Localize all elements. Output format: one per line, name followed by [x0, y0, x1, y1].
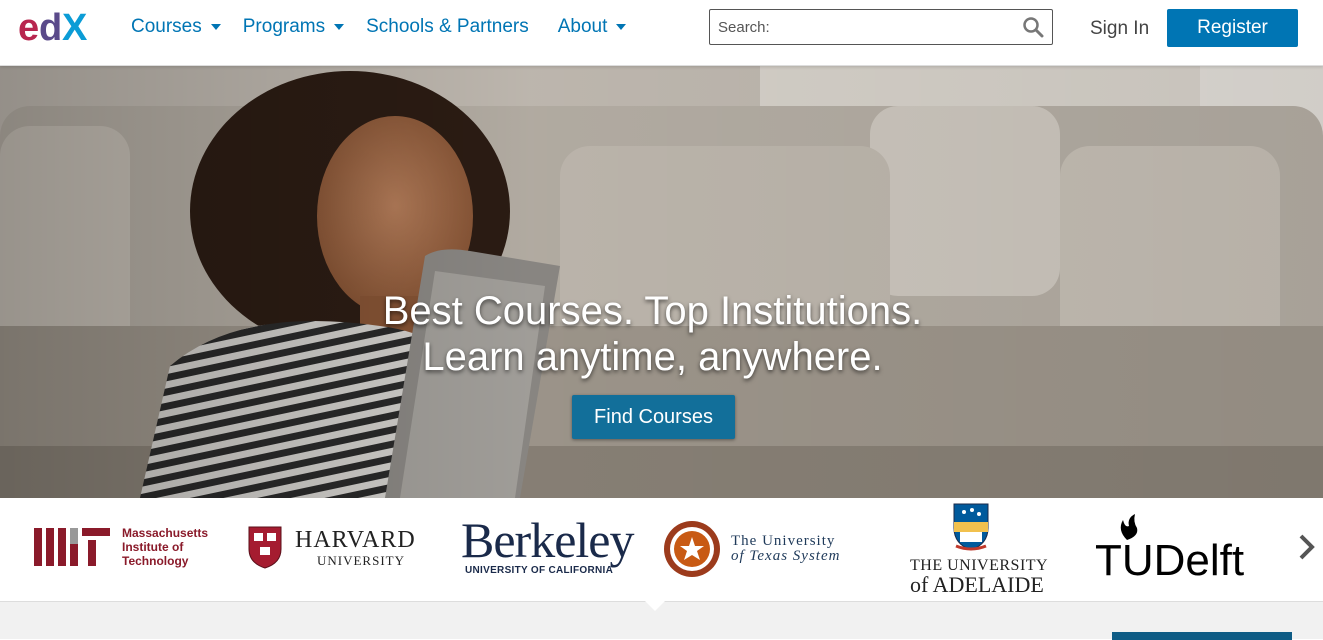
sign-in-link[interactable]: Sign In [1090, 18, 1149, 40]
chevron-down-icon [616, 24, 627, 30]
svg-text:d: d [39, 7, 62, 46]
tudelft-name: TUDelft [1095, 536, 1245, 585]
harvard-name: HARVARD [295, 527, 416, 553]
partner-logos: Massachusetts Institute of Technology HA… [0, 498, 1323, 601]
harvard-shield-icon [248, 526, 282, 569]
svg-text:e: e [18, 7, 39, 46]
berkeley-name: Berkeley [461, 512, 634, 568]
berkeley-sub: UNIVERSITY OF CALIFORNIA [465, 565, 614, 576]
chevron-down-icon [210, 24, 221, 30]
mit-line-2: Institute of [122, 540, 184, 554]
nav-programs-label: Programs [242, 16, 326, 37]
chevron-right-icon[interactable] [1296, 532, 1318, 562]
mit-logo-icon [34, 528, 110, 566]
search-icon[interactable] [1022, 16, 1044, 38]
adelaide-line-2: of ADELAIDE [910, 572, 1044, 597]
nav-schools-partners[interactable]: Schools & Partners [366, 16, 529, 38]
chevron-down-icon [334, 24, 345, 30]
mit-line-3: Technology [122, 554, 189, 568]
nav-courses-label: Courses [131, 16, 202, 37]
mit-name: Massachusetts Institute of Technology [122, 526, 208, 568]
section-pointer [645, 601, 665, 611]
register-button[interactable]: Register [1167, 9, 1298, 47]
ut-line-2: of Texas System [731, 548, 841, 564]
next-section [0, 601, 1323, 640]
find-courses-button[interactable]: Find Courses [572, 395, 735, 439]
ut-seal-icon [664, 521, 720, 577]
hero-line-1: Best Courses. Top Institutions. [382, 289, 923, 333]
hero-line-2: Learn anytime, anywhere. [422, 335, 883, 379]
hero-banner: Best Courses. Top Institutions. Learn an… [0, 66, 1323, 498]
adelaide-crest-icon [953, 503, 989, 551]
partner-mit[interactable]: Massachusetts Institute of Technology [0, 498, 230, 601]
main-nav: Courses Programs Schools & Partners Abou… [131, 16, 648, 38]
nav-schools-partners-label: Schools & Partners [366, 16, 529, 37]
nav-about[interactable]: About [558, 16, 627, 38]
nav-courses[interactable]: Courses [131, 16, 221, 38]
svg-text:X: X [62, 7, 88, 46]
mit-line-1: Massachusetts [122, 526, 209, 540]
nav-about-label: About [557, 16, 608, 37]
nav-programs[interactable]: Programs [242, 16, 345, 38]
search-input[interactable] [710, 10, 1010, 44]
hero-headline: Best Courses. Top Institutions. Learn an… [0, 288, 1323, 380]
search-box [709, 9, 1053, 45]
edx-logo[interactable]: e d X [18, 6, 98, 46]
site-header: e d X Courses Programs Schools & Partner… [0, 0, 1323, 66]
harvard-sub: UNIVERSITY [317, 553, 405, 568]
